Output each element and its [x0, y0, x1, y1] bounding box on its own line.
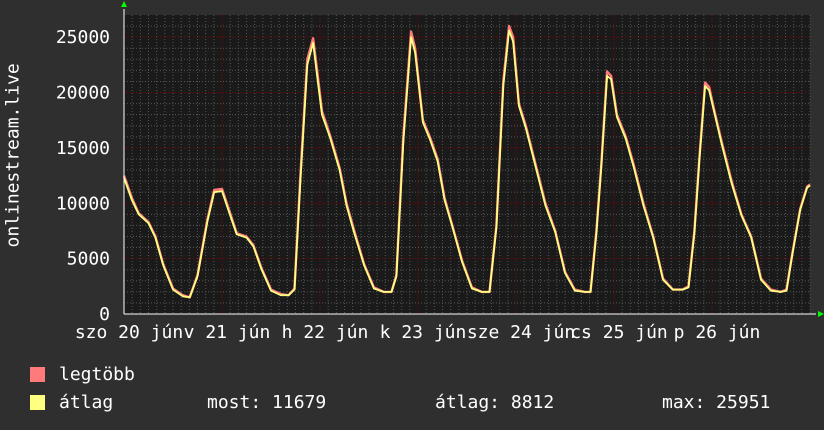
y-tick-label: 20000 — [56, 83, 110, 104]
x-tick-label: p 26 jún — [674, 322, 761, 343]
chart: 0500010000150002000025000szo 20 jún v 21 … — [56, 1, 824, 343]
x-tick-label: k 23 jún — [380, 322, 467, 343]
y-axis-label: onlinestream.live — [2, 63, 24, 248]
x-tick-label: szo 20 jún — [75, 322, 183, 343]
legend-item-avg: átlag — [30, 392, 113, 413]
y-tick-label: 15000 — [56, 138, 110, 159]
stat-max: max: 25951 — [662, 392, 771, 413]
x-tick-label: h 22 jún — [282, 322, 369, 343]
x-tick-label: cs 25 jún — [570, 322, 668, 343]
y-tick-label: 5000 — [67, 249, 110, 270]
stat-now: most: 11679 — [207, 392, 327, 413]
plot-area — [124, 15, 810, 314]
y-axis-arrow — [121, 1, 127, 7]
x-tick-label: v 21 jún — [184, 322, 271, 343]
legend-label-avg: átlag — [59, 392, 114, 413]
legend-item-max: legtöbb — [30, 364, 135, 385]
x-tick-label: sze 24 jún — [467, 322, 575, 343]
y-tick-label: 10000 — [56, 193, 110, 214]
legend-label-max: legtöbb — [59, 364, 135, 385]
legend-swatch-avg — [30, 395, 45, 410]
legend-swatch-max — [30, 367, 45, 382]
x-axis-arrow — [818, 311, 824, 317]
stat-avg: átlag: 8812 — [435, 392, 555, 413]
y-tick-label: 25000 — [56, 27, 110, 48]
